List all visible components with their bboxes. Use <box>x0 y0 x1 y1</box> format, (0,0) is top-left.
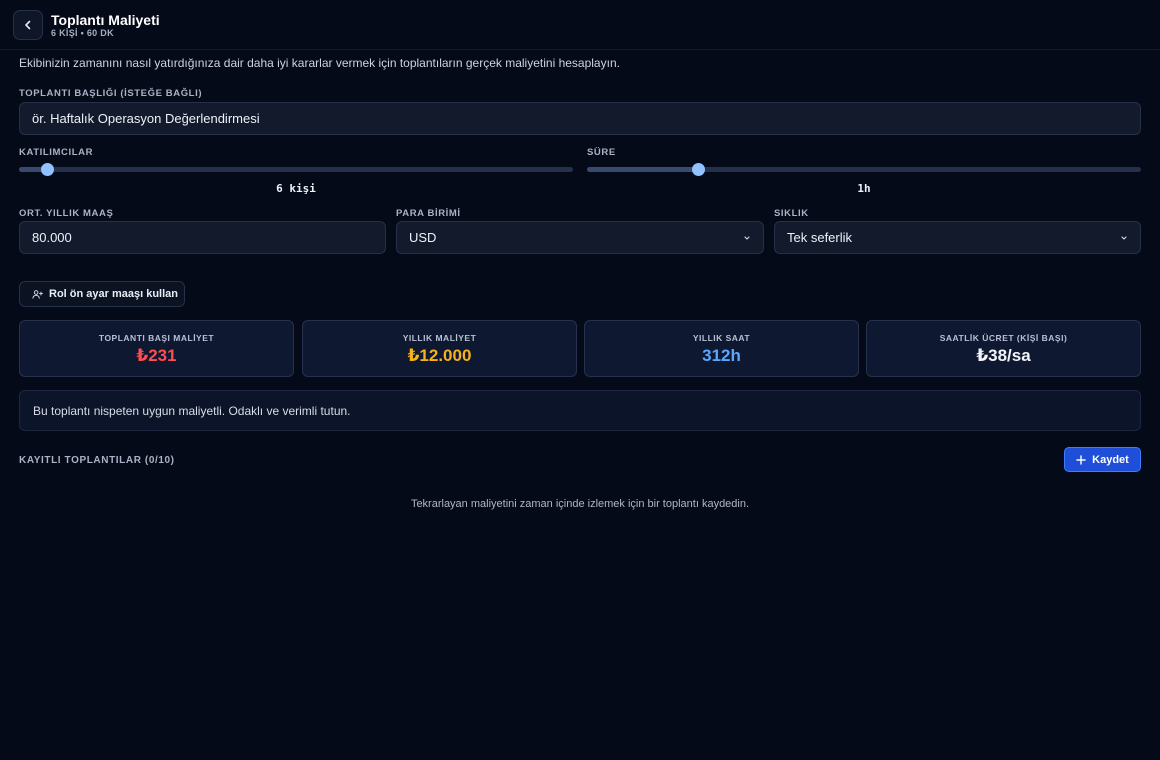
duration-value: 1h <box>857 182 871 195</box>
duration-label: SÜRE <box>587 147 616 158</box>
duration-slider[interactable] <box>587 163 1141 176</box>
participants-label: KATILIMCILAR <box>19 147 94 158</box>
participants-slider-thumb[interactable] <box>40 163 54 176</box>
stat-card-annual-hours: YILLIK SAAT 312h <box>584 320 859 377</box>
cost-notice: Bu toplantı nispeten uygun maliyetli. Od… <box>19 390 1141 431</box>
frequency-select[interactable]: Tek seferlik <box>774 221 1141 254</box>
stat-label: SAATLİK ÜCRET (KİŞİ BAŞI) <box>939 333 1068 343</box>
page-description: Ekibinizin zamanını nasıl yatırdığınıza … <box>19 56 620 70</box>
meeting-title-label: TOPLANTI BAŞLIĞI (İSTEĞE BAĞLI) <box>19 88 203 99</box>
stat-card-annual-cost: YILLIK MALİYET ₺12.000 <box>302 320 577 377</box>
duration-slider-thumb[interactable] <box>691 163 705 176</box>
back-button[interactable] <box>13 10 43 40</box>
role-preset-button[interactable]: Rol ön ayar maaşı kullan <box>19 281 185 307</box>
frequency-selected: Tek seferlik <box>787 230 853 245</box>
stat-card-cost-per-meeting: TOPLANTI BAŞI MALİYET ₺231 <box>19 320 294 377</box>
app-header: Toplantı Maliyeti 6 KİŞİ • 60 DK <box>0 0 1160 50</box>
plus-icon <box>1076 454 1086 465</box>
stat-card-hourly-rate: SAATLİK ÜCRET (KİŞİ BAŞI) ₺38/sa <box>866 320 1141 377</box>
stat-value: ₺231 <box>136 346 177 365</box>
cost-notice-text: Bu toplantı nispeten uygun maliyetli. Od… <box>33 403 351 418</box>
saved-meetings-empty: Tekrarlayan maliyetini zaman içinde izle… <box>410 498 750 510</box>
chevron-left-icon <box>25 20 31 30</box>
save-button-label: Kaydet <box>1092 453 1129 466</box>
stat-value: ₺12.000 <box>407 346 472 365</box>
stat-value: ₺38/sa <box>976 346 1031 365</box>
role-preset-label: Rol ön ayar maaşı kullan <box>49 288 178 300</box>
frequency-label: SIKLIK <box>774 208 809 219</box>
page-subtitle: 6 KİŞİ • 60 DK <box>51 28 114 38</box>
meeting-title-input[interactable]: ör. Haftalık Operasyon Değerlendirmesi <box>19 102 1141 135</box>
salary-input[interactable]: 80.000 <box>19 221 386 254</box>
stat-label: YILLIK MALİYET <box>402 333 477 343</box>
chevron-down-icon <box>744 236 750 240</box>
currency-selected: USD <box>409 230 437 245</box>
stat-label: TOPLANTI BAŞI MALİYET <box>98 333 215 343</box>
participants-slider[interactable] <box>19 163 573 176</box>
user-plus-icon <box>32 289 43 299</box>
salary-value: 80.000 <box>32 230 72 245</box>
salary-label: ORT. YILLIK MAAŞ <box>19 208 114 219</box>
duration-slider-fill <box>587 167 698 172</box>
chevron-down-icon <box>1121 236 1127 240</box>
stat-label: YILLIK SAAT <box>692 333 751 343</box>
meeting-title-value: ör. Haftalık Operasyon Değerlendirmesi <box>32 111 260 126</box>
save-button[interactable]: Kaydet <box>1064 447 1141 472</box>
currency-label: PARA BİRİMİ <box>396 208 461 219</box>
saved-meetings-title: KAYITLI TOPLANTILAR (0/10) <box>19 455 175 466</box>
page-title: Toplantı Maliyeti <box>51 12 160 28</box>
currency-select[interactable]: USD <box>396 221 764 254</box>
participants-value: 6 kişi <box>276 182 316 195</box>
stat-value: 312h <box>702 346 741 365</box>
